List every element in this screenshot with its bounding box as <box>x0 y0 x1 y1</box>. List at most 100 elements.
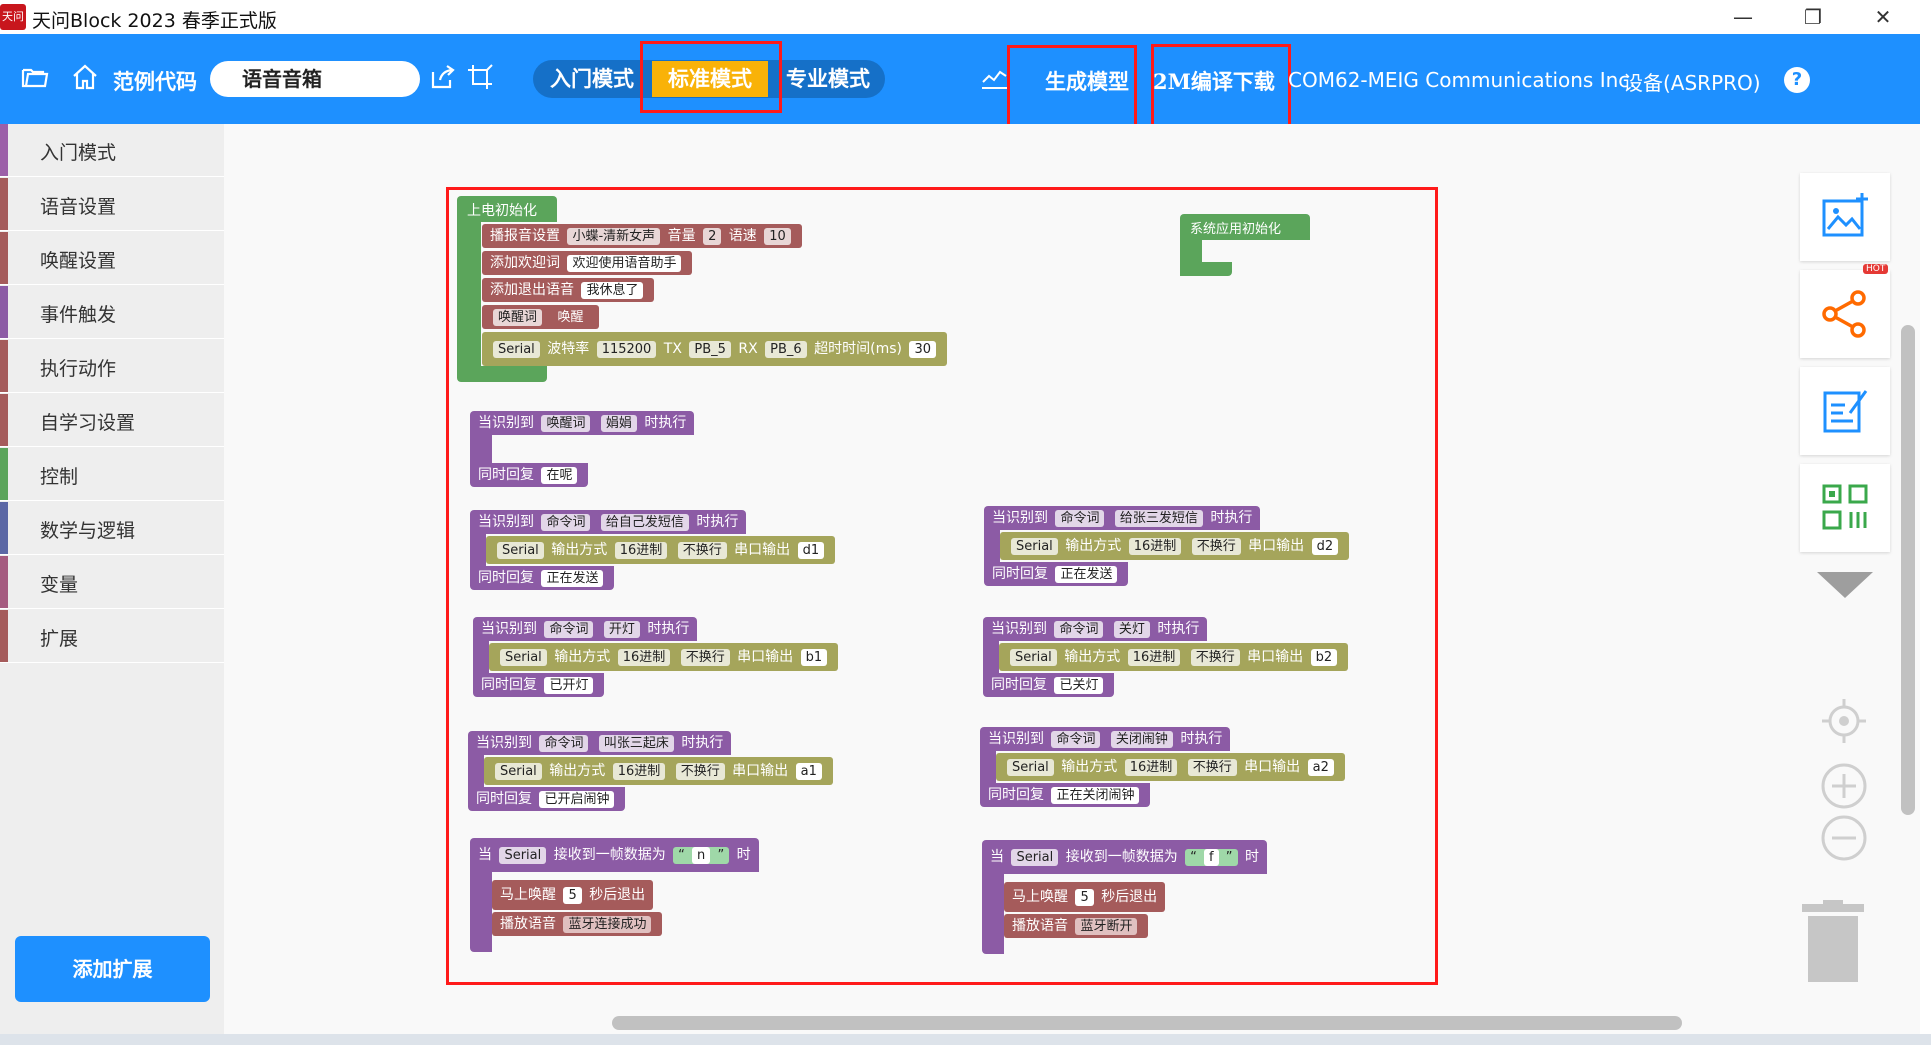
broadcast-settings-block[interactable]: 播报音设置 小蝶-清新女声 音量 2 语速 10 <box>482 224 802 248</box>
command-event-block[interactable]: 当识别到 命令词 关闭闹钟 时执行 <box>980 727 1231 751</box>
qrcode-button[interactable] <box>1800 464 1890 552</box>
output-mode-dropdown[interactable]: 16进制 <box>617 649 671 666</box>
command-event-block[interactable]: 当识别到 命令词 关灯 时执行 <box>983 617 1208 641</box>
frame-char-field[interactable]: n <box>692 847 711 864</box>
zoom-out-icon[interactable] <box>1820 814 1868 862</box>
recenter-icon[interactable] <box>1820 697 1868 745</box>
command-event-block[interactable]: 当识别到 命令词 开灯 时执行 <box>473 617 698 641</box>
mode-beginner-button[interactable]: 入门模式 <box>542 61 642 97</box>
output-mode-dropdown[interactable]: 16进制 <box>614 542 668 559</box>
wake-now-block[interactable]: 马上唤醒 5 秒后退出 <box>492 880 654 910</box>
examples-button[interactable]: 范例代码 <box>113 66 197 96</box>
event-type-dropdown[interactable]: 命令词 <box>539 735 589 752</box>
sidebar-item-math-logic[interactable]: 数学与逻辑 <box>0 502 224 555</box>
seconds-field[interactable]: 5 <box>1075 889 1094 906</box>
welcome-block[interactable]: 添加欢迎词 欢迎使用语音助手 <box>482 251 693 275</box>
command-reply-row[interactable]: 同时回复 已开灯 <box>473 673 605 697</box>
serial-output-field[interactable]: d1 <box>797 542 825 559</box>
wake-word-dropdown[interactable]: 娟娟 <box>600 415 637 432</box>
serial-output-field[interactable]: a2 <box>1307 759 1334 776</box>
init-block-footer[interactable] <box>457 366 547 382</box>
command-reply-row[interactable]: 同时回复 正在关闭闹钟 <box>980 783 1151 807</box>
newline-dropdown[interactable]: 不换行 <box>680 649 730 666</box>
newline-dropdown[interactable]: 不换行 <box>677 542 727 559</box>
zoom-in-icon[interactable] <box>1820 762 1868 810</box>
voice-dropdown[interactable]: 小蝶-清新女声 <box>567 228 661 245</box>
sidebar-item-extensions[interactable]: 扩展 <box>0 610 224 663</box>
reply-field[interactable]: 已开灯 <box>544 677 594 694</box>
play-audio-block[interactable]: 播放语音 蓝牙连接成功 <box>492 912 663 936</box>
serial-receive-body[interactable] <box>470 872 492 952</box>
volume-dropdown[interactable]: 2 <box>703 228 722 245</box>
wake-event-block[interactable]: 当识别到 唤醒词 娟娟 时执行 <box>470 411 695 435</box>
serial-port-dropdown[interactable]: Serial <box>1007 759 1054 776</box>
command-event-body[interactable] <box>983 641 999 675</box>
folder-open-icon[interactable] <box>20 62 50 92</box>
command-event-body[interactable] <box>468 755 484 789</box>
init-block-body[interactable] <box>457 222 481 378</box>
serial-output-block[interactable]: Serial 输出方式 16进制 不换行 串口输出 b1 <box>489 643 839 671</box>
command-reply-row[interactable]: 同时回复 已开启闹钟 <box>468 787 626 811</box>
output-mode-dropdown[interactable]: 16进制 <box>1124 759 1178 776</box>
seconds-field[interactable]: 5 <box>563 887 582 904</box>
command-word-dropdown[interactable]: 关灯 <box>1113 621 1150 638</box>
serial-receive-block[interactable]: 当 Serial 接收到一帧数据为 “ n ” 时 <box>470 838 759 872</box>
reply-field[interactable]: 已开启闹钟 <box>539 791 615 808</box>
wake-word-block[interactable]: 唤醒词 唤醒 <box>482 305 600 329</box>
add-image-button[interactable] <box>1800 173 1890 261</box>
serial-port-dropdown[interactable]: Serial <box>1011 849 1059 866</box>
serial-output-field[interactable]: d2 <box>1311 538 1339 555</box>
collapse-triangle-icon[interactable] <box>1815 570 1875 600</box>
trash-icon[interactable] <box>1798 900 1868 985</box>
serial-output-block[interactable]: Serial 输出方式 16进制 不换行 串口输出 a1 <box>484 757 833 785</box>
sys-init-block[interactable]: 系统应用初始化 <box>1180 214 1310 240</box>
share-button[interactable] <box>1800 270 1890 358</box>
event-type-dropdown[interactable]: 命令词 <box>1055 510 1105 527</box>
serial-receive-block[interactable]: 当 Serial 接收到一帧数据为 “ f ” 时 <box>982 840 1267 874</box>
frame-string-field[interactable]: “ f ” <box>1185 849 1238 866</box>
wake-event-body[interactable] <box>470 435 492 465</box>
sidebar-item-variables[interactable]: 变量 <box>0 556 224 609</box>
device-selector[interactable]: 设备(ASRPRO) <box>1623 67 1761 96</box>
sidebar-item-events[interactable]: 事件触发 <box>0 286 224 339</box>
sidebar-item-beginner[interactable]: 入门模式 <box>0 124 224 177</box>
vertical-scrollbar[interactable] <box>1901 325 1915 815</box>
event-type-dropdown[interactable]: 命令词 <box>1054 621 1104 638</box>
serial-output-field[interactable]: a1 <box>795 763 822 780</box>
reply-field[interactable]: 正在发送 <box>541 570 604 587</box>
output-mode-dropdown[interactable]: 16进制 <box>1128 538 1182 555</box>
command-event-body[interactable] <box>984 530 1000 564</box>
command-event-body[interactable] <box>980 751 996 785</box>
share-export-icon[interactable] <box>428 62 458 92</box>
close-button[interactable]: ✕ <box>1853 2 1913 32</box>
mode-pro-button[interactable]: 专业模式 <box>778 61 878 97</box>
serial-output-field[interactable]: b1 <box>800 649 828 666</box>
command-event-block[interactable]: 当识别到 命令词 给张三发短信 时执行 <box>984 506 1261 530</box>
audio-text-field[interactable]: 蓝牙断开 <box>1075 918 1138 935</box>
speed-dropdown[interactable]: 10 <box>764 228 791 245</box>
event-type-dropdown[interactable]: 命令词 <box>541 514 591 531</box>
port-selector[interactable]: COM62-MEIG Communications Inc. <box>1288 68 1636 92</box>
event-type-dropdown[interactable]: 唤醒词 <box>541 415 591 432</box>
signal-chart-icon[interactable] <box>980 62 1010 92</box>
welcome-text-field[interactable]: 欢迎使用语音助手 <box>567 255 682 272</box>
output-mode-dropdown[interactable]: 16进制 <box>1127 649 1181 666</box>
serial-port-dropdown[interactable]: Serial <box>493 341 540 358</box>
exit-text-field[interactable]: 我休息了 <box>581 282 644 299</box>
command-word-dropdown[interactable]: 给张三发短信 <box>1114 510 1203 527</box>
serial-port-dropdown[interactable]: Serial <box>1011 538 1058 555</box>
sidebar-item-control[interactable]: 控制 <box>0 448 224 501</box>
sidebar-item-self-learning[interactable]: 自学习设置 <box>0 394 224 447</box>
serial-output-field[interactable]: b2 <box>1310 649 1338 666</box>
frame-char-field[interactable]: f <box>1204 849 1219 866</box>
baud-dropdown[interactable]: 115200 <box>596 341 657 358</box>
exit-voice-block[interactable]: 添加退出语音 我休息了 <box>482 278 655 302</box>
serial-port-dropdown[interactable]: Serial <box>497 542 544 559</box>
command-event-block[interactable]: 当识别到 命令词 叫张三起床 时执行 <box>468 731 732 755</box>
horizontal-scrollbar[interactable] <box>612 1016 1682 1030</box>
minimize-button[interactable]: — <box>1713 2 1773 32</box>
project-name-input[interactable]: 语音音箱 <box>210 61 420 97</box>
crop-icon[interactable] <box>465 62 495 92</box>
output-mode-dropdown[interactable]: 16进制 <box>612 763 666 780</box>
sidebar-item-wake-settings[interactable]: 唤醒设置 <box>0 232 224 285</box>
